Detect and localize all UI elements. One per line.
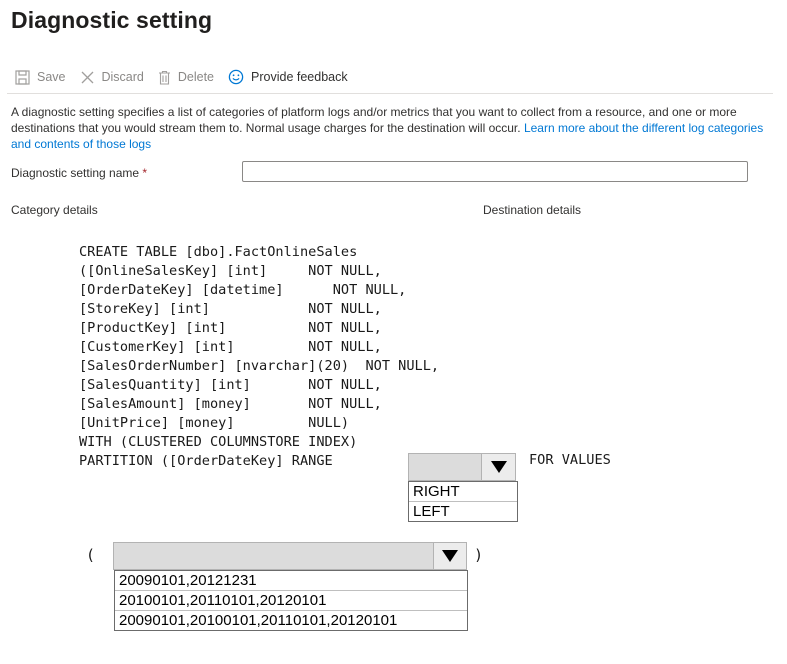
- range-dropdown-button[interactable]: [481, 454, 515, 480]
- feedback-label: Provide feedback: [251, 70, 348, 84]
- range-option[interactable]: LEFT: [409, 502, 517, 521]
- delete-label: Delete: [177, 70, 215, 84]
- description: A diagnostic setting specifies a list of…: [11, 104, 771, 152]
- values-option[interactable]: 20100101,20110101,20120101: [115, 591, 467, 611]
- setting-name-input[interactable]: [242, 161, 748, 182]
- values-dropdown[interactable]: [113, 542, 467, 570]
- trash-icon: [158, 70, 170, 85]
- destination-details-heading: Destination details: [483, 203, 582, 217]
- discard-label: Discard: [101, 70, 144, 84]
- setting-name-label: Diagnostic setting name *: [11, 166, 148, 180]
- toolbar-divider: [7, 93, 773, 94]
- required-indicator: *: [142, 166, 148, 180]
- values-options-list: 20090101,20121231 20100101,20110101,2012…: [114, 570, 468, 631]
- caret-down-icon: [490, 461, 507, 473]
- caret-down-icon: [442, 550, 458, 562]
- delete-button[interactable]: Delete: [158, 70, 214, 85]
- values-option[interactable]: 20090101,20100101,20110101,20120101: [115, 611, 467, 630]
- page-title: Diagnostic setting: [11, 7, 213, 33]
- range-dropdown[interactable]: [408, 453, 516, 481]
- category-details-heading: Category details: [11, 203, 98, 217]
- range-option[interactable]: RIGHT: [409, 482, 517, 502]
- close-icon: [81, 71, 93, 83]
- save-icon: [15, 69, 30, 85]
- for-values-text: FOR VALUES: [529, 452, 611, 468]
- range-options-list: RIGHT LEFT: [408, 481, 518, 522]
- provide-feedback-button[interactable]: Provide feedback: [228, 69, 348, 85]
- values-option[interactable]: 20090101,20121231: [115, 571, 467, 591]
- smiley-icon: [228, 69, 244, 85]
- close-paren: ): [474, 546, 484, 564]
- discard-button[interactable]: Discard: [80, 70, 144, 85]
- open-paren: (: [86, 546, 96, 564]
- toolbar: Save Discard Delete Provide feedback: [15, 66, 362, 88]
- save-button[interactable]: Save: [15, 69, 66, 85]
- values-dropdown-button[interactable]: [433, 543, 466, 569]
- save-label: Save: [37, 70, 66, 84]
- sql-code-block: CREATE TABLE [dbo].FactOnlineSales ([Onl…: [79, 244, 440, 469]
